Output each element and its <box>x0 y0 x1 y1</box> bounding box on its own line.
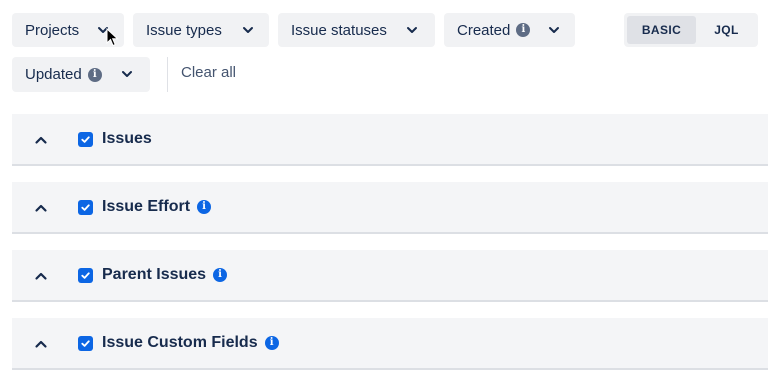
updated-filter-button[interactable]: Updated i <box>12 57 150 92</box>
section-title-text: Issue Effort <box>102 198 191 215</box>
info-icon[interactable]: i <box>516 23 531 37</box>
clear-all-button[interactable]: Clear all <box>181 64 236 81</box>
issue-statuses-filter-label: Issue statuses <box>291 21 387 39</box>
checkmark-icon <box>81 272 90 279</box>
checkmark-icon <box>81 340 90 347</box>
created-filter-label: Created <box>457 21 511 39</box>
info-icon[interactable]: i <box>87 67 102 82</box>
issues-checkbox[interactable] <box>78 132 93 147</box>
section-title: Parent Issues i <box>102 266 228 284</box>
issue-types-filter-button[interactable]: Issue types <box>133 13 269 47</box>
section-title-text: Issues <box>102 130 152 147</box>
chevron-down-icon <box>243 27 253 33</box>
info-icon[interactable]: i <box>213 268 228 282</box>
filter-divider <box>167 57 168 92</box>
section-title-text: Issue Custom Fields <box>102 334 258 351</box>
section-title: Issue Effort i <box>102 198 212 216</box>
chevron-up-icon[interactable] <box>33 200 49 216</box>
created-filter-button[interactable]: Created i <box>444 13 575 47</box>
section-title-text: Parent Issues <box>102 266 207 283</box>
chevron-down-icon <box>122 71 132 77</box>
checkmark-icon <box>81 204 90 211</box>
chevron-up-icon[interactable] <box>33 132 49 148</box>
issue-custom-fields-checkbox[interactable] <box>78 336 93 351</box>
chevron-up-icon[interactable] <box>33 336 49 352</box>
info-icon[interactable]: i <box>264 336 279 350</box>
section-title: Issues <box>102 130 152 148</box>
section-issue-custom-fields: Issue Custom Fields i <box>12 318 768 370</box>
checkmark-icon <box>81 136 90 143</box>
chevron-up-icon[interactable] <box>33 268 49 284</box>
section-issue-effort: Issue Effort i <box>12 182 768 234</box>
issue-effort-checkbox[interactable] <box>78 200 93 215</box>
chevron-down-icon <box>549 27 559 33</box>
issue-types-filter-label: Issue types <box>146 21 222 39</box>
mouse-cursor-icon <box>106 28 119 47</box>
updated-filter-label: Updated <box>25 66 82 83</box>
section-parent-issues: Parent Issues i <box>12 250 768 302</box>
info-icon[interactable]: i <box>197 200 212 214</box>
basic-mode-button[interactable]: BASIC <box>627 16 696 44</box>
section-issues: Issues <box>12 114 768 166</box>
parent-issues-checkbox[interactable] <box>78 268 93 283</box>
issue-statuses-filter-button[interactable]: Issue statuses <box>278 13 435 47</box>
jql-mode-button[interactable]: JQL <box>698 16 755 44</box>
chevron-down-icon <box>407 27 417 33</box>
projects-filter-label: Projects <box>25 21 80 39</box>
query-mode-toggle: BASIC JQL <box>624 13 758 47</box>
section-title: Issue Custom Fields i <box>102 334 279 352</box>
